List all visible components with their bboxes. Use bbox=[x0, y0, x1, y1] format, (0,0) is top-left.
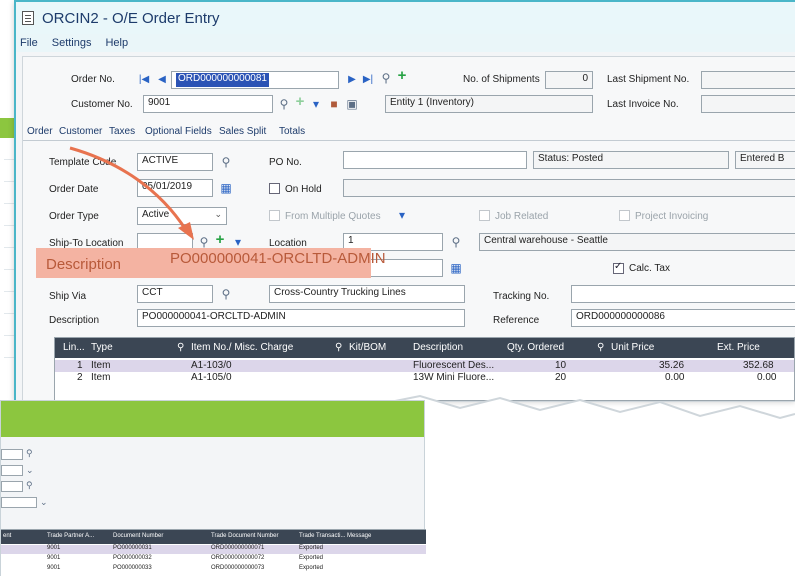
trade-documents-grid: ent Trade Partner A... Document Number T… bbox=[1, 529, 426, 576]
col-message[interactable]: Message bbox=[347, 533, 371, 539]
arrow-line bbox=[69, 146, 188, 231]
filter-chevron-down-icon[interactable]: ⌄ bbox=[26, 465, 34, 476]
table-row[interactable]: 9001 PO000000033 ORD000000000073 Exporte… bbox=[1, 565, 426, 574]
col-trade-document-number[interactable]: Trade Document Number bbox=[211, 533, 278, 539]
col-trade-partner[interactable]: Trade Partner A... bbox=[47, 533, 94, 539]
col-ent[interactable]: ent bbox=[3, 533, 11, 539]
cell-trade-document: ORD000000000071 bbox=[211, 545, 265, 551]
cell-partner: 9001 bbox=[47, 555, 61, 561]
filter-search-icon[interactable]: ⚲ bbox=[26, 448, 33, 459]
filter-field-4[interactable] bbox=[1, 497, 37, 508]
table-row[interactable]: 9001 PO000000031 ORD000000000071 Exporte… bbox=[1, 545, 426, 554]
filter-chevron-down-icon[interactable]: ⌄ bbox=[40, 497, 48, 508]
filter-search-icon[interactable]: ⚲ bbox=[26, 480, 33, 491]
cell-trade-document: ORD000000000072 bbox=[211, 555, 265, 561]
cell-partner: 9001 bbox=[47, 545, 61, 551]
table-row[interactable]: 9001 PO000000032 ORD000000000072 Exporte… bbox=[1, 555, 426, 564]
cell-document: PO000000031 bbox=[113, 545, 152, 551]
cell-transaction: Exported bbox=[299, 565, 324, 571]
cell-trade-document: ORD000000000073 bbox=[211, 565, 265, 571]
filter-field-1[interactable] bbox=[1, 449, 23, 460]
filter-field-3[interactable] bbox=[1, 481, 23, 492]
trade-documents-window: ⚲ ⌄ ⚲ ⌄ ent Trade Partner A... Document … bbox=[0, 400, 426, 576]
cell-transaction: Exported bbox=[299, 555, 324, 561]
cell-document: PO000000032 bbox=[113, 555, 152, 561]
trade-window-header bbox=[1, 401, 424, 437]
torn-edge bbox=[380, 394, 795, 502]
col-trade-transaction[interactable]: Trade Transacti... bbox=[299, 533, 345, 539]
trade-grid-header: ent Trade Partner A... Document Number T… bbox=[1, 530, 426, 544]
cell-partner: 9001 bbox=[47, 565, 61, 571]
cell-transaction: Exported bbox=[299, 545, 324, 551]
cell-document: PO000000033 bbox=[113, 565, 152, 571]
col-document-number[interactable]: Document Number bbox=[113, 533, 163, 539]
filter-field-2[interactable] bbox=[1, 465, 23, 476]
arrow-head bbox=[178, 222, 194, 240]
